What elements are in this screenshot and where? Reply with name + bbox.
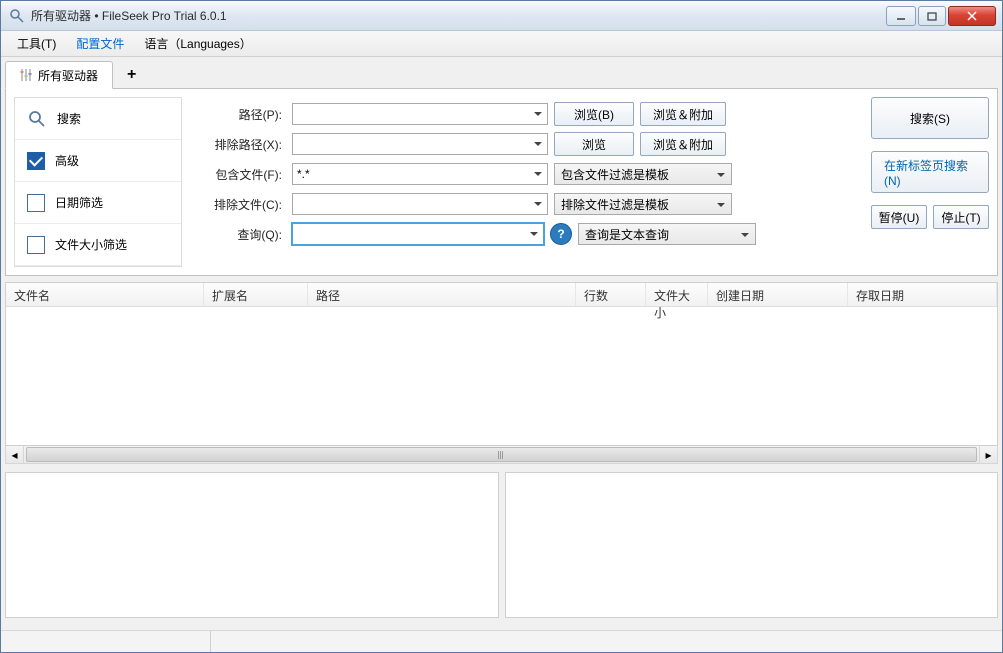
tab-label: 所有驱动器 [38, 67, 98, 84]
sidenav-date-filter[interactable]: 日期筛选 [15, 182, 181, 224]
col-lines[interactable]: 行数 [576, 283, 646, 306]
scroll-right-icon[interactable]: ▸ [979, 446, 997, 463]
menu-languages[interactable]: 语言（Languages） [134, 32, 261, 55]
help-button[interactable]: ? [550, 223, 572, 245]
tab-add[interactable]: + [113, 61, 150, 89]
status-bar [1, 630, 1002, 652]
label-exclude-path: 排除路径(X): [200, 136, 286, 153]
sidenav-advanced[interactable]: 高级 [15, 140, 181, 182]
status-cell [1, 631, 211, 652]
stop-button[interactable]: 停止(T) [933, 205, 989, 229]
menu-tools[interactable]: 工具(T) [7, 32, 66, 55]
browse-append-path-button[interactable]: 浏览＆附加 [640, 102, 726, 126]
col-created[interactable]: 创建日期 [708, 283, 848, 306]
app-icon [9, 8, 25, 24]
label-path: 路径(P): [200, 106, 286, 123]
scroll-thumb[interactable] [26, 447, 977, 462]
chevron-down-icon [713, 197, 729, 213]
sidenav-search-label: 搜索 [57, 110, 81, 127]
col-accessed[interactable]: 存取日期 [848, 283, 997, 306]
table-body [6, 307, 997, 445]
dropdown-include-label: 包含文件过滤是模板 [561, 166, 669, 183]
input-include-file[interactable] [292, 163, 548, 185]
input-path[interactable] [292, 103, 548, 125]
dropdown-exclude-label: 排除文件过滤是模板 [561, 196, 669, 213]
search-button[interactable]: 搜索(S) [871, 97, 989, 139]
close-button[interactable] [948, 6, 996, 26]
maximize-button[interactable] [918, 6, 946, 26]
search-newtab-button[interactable]: 在新标签页搜索(N) [871, 151, 989, 193]
checkbox-advanced[interactable] [27, 152, 45, 170]
sidenav-search[interactable]: 搜索 [15, 98, 181, 140]
preview-pane-right [505, 472, 999, 618]
sidenav-size-filter[interactable]: 文件大小筛选 [15, 224, 181, 266]
label-include-file: 包含文件(F): [200, 166, 286, 183]
results-table: 文件名 扩展名 路径 行数 文件大小 创建日期 存取日期 [5, 282, 998, 446]
input-exclude-path[interactable] [292, 133, 548, 155]
chevron-down-icon [713, 167, 729, 183]
sidenav-date-label: 日期筛选 [55, 194, 103, 211]
label-query: 查询(Q): [200, 226, 286, 243]
browse-append-exclude-button[interactable]: 浏览＆附加 [640, 132, 726, 156]
tab-all-drives[interactable]: 所有驱动器 [5, 61, 113, 89]
sidenav-size-label: 文件大小筛选 [55, 236, 127, 253]
dropdown-include-mode[interactable]: 包含文件过滤是模板 [554, 163, 732, 185]
search-icon [27, 109, 47, 129]
col-filename[interactable]: 文件名 [6, 283, 204, 306]
minimize-button[interactable] [886, 6, 916, 26]
window-title: 所有驱动器 • FileSeek Pro Trial 6.0.1 [31, 7, 886, 24]
browse-path-button[interactable]: 浏览(B) [554, 102, 634, 126]
dropdown-exclude-mode[interactable]: 排除文件过滤是模板 [554, 193, 732, 215]
col-size[interactable]: 文件大小 [646, 283, 708, 306]
horizontal-scrollbar[interactable]: ◂ ▸ [5, 446, 998, 464]
col-ext[interactable]: 扩展名 [204, 283, 308, 306]
scroll-left-icon[interactable]: ◂ [6, 446, 24, 463]
chevron-down-icon [737, 227, 753, 243]
col-path[interactable]: 路径 [308, 283, 576, 306]
input-query[interactable] [292, 223, 544, 245]
sidenav-advanced-label: 高级 [55, 152, 79, 169]
checkbox-size[interactable] [27, 236, 45, 254]
dropdown-query-mode[interactable]: 查询是文本查询 [578, 223, 756, 245]
label-exclude-file: 排除文件(C): [200, 196, 286, 213]
checkbox-date[interactable] [27, 194, 45, 212]
sliders-icon [20, 68, 32, 82]
input-exclude-file[interactable] [292, 193, 548, 215]
menu-profiles[interactable]: 配置文件 [66, 32, 134, 55]
browse-exclude-button[interactable]: 浏览 [554, 132, 634, 156]
preview-pane-left [5, 472, 499, 618]
dropdown-query-label: 查询是文本查询 [585, 226, 669, 243]
pause-button[interactable]: 暂停(U) [871, 205, 927, 229]
